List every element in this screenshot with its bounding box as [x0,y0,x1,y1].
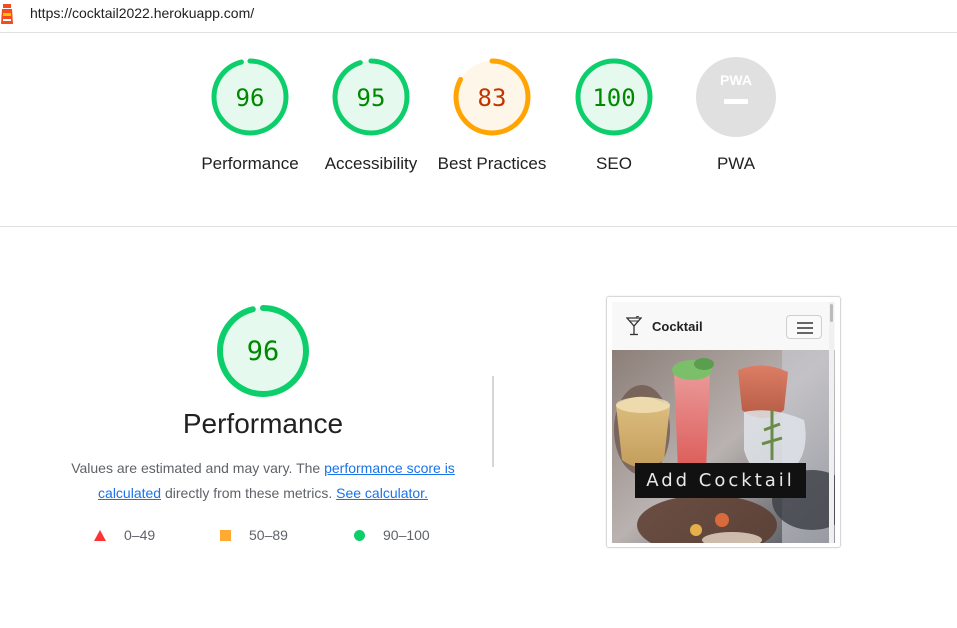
site-navbar: Cocktail [612,302,835,350]
legend-fail: 0–49 [94,527,155,543]
screenshot-scrollbar [829,302,834,543]
legend-range: 0–49 [124,527,156,543]
pass-circle-icon [354,529,365,541]
gauge-pwa[interactable]: PWA PWA [681,57,791,176]
gauge-performance[interactable]: 96 Performance [195,57,305,176]
desc-text: directly from these metrics. [161,485,337,501]
gauge-label: SEO [596,154,632,173]
performance-main-gauge: 96 [217,305,309,397]
gauge-label: Performance [201,154,299,173]
accessibility-gauge-arc: 95 [332,58,410,136]
lighthouse-icon [1,4,13,24]
seo-gauge-arc: 100 [575,58,653,136]
best-practices-gauge-arc: 83 [453,58,531,136]
performance-main-score: 96 [247,336,280,367]
performance-description: Values are estimated and may vary. The p… [40,456,486,506]
section-divider [492,376,494,467]
hero-image: Add Cocktail [612,350,835,543]
screenshot-viewport: Cocktail Add Cocktail [612,302,835,543]
gauge-label: Best Practices [437,154,547,173]
pwa-badge-text: PWA [720,72,752,88]
desc-text: Values are estimated and may vary. The [71,460,325,476]
see-calculator-link[interactable]: See calculator. [336,485,428,501]
final-screenshot[interactable]: Cocktail Add Cocktail [606,296,841,548]
gauge-score: 96 [236,84,265,112]
gauge-score: 83 [478,84,507,112]
gauge-label: Accessibility [324,154,418,173]
gauge-seo[interactable]: 100 SEO [559,57,669,176]
pwa-badge-icon: PWA [696,57,776,137]
gauge-score: 100 [592,84,635,112]
gauge-score: 95 [357,84,386,112]
cocktail-glass-icon [626,316,642,336]
hamburger-menu-icon [786,315,822,339]
legend-average: 50–89 [220,527,288,543]
legend-range: 90–100 [383,527,430,543]
legend-pass: 90–100 [354,527,430,543]
cocktail-photo [612,350,835,543]
average-square-icon [220,529,231,541]
performance-title: Performance [182,408,344,439]
add-cocktail-button: Add Cocktail [635,463,806,498]
report-url[interactable]: https://cocktail2022.herokuapp.com/ [30,5,254,21]
site-brand: Cocktail [652,319,703,334]
report-header: https://cocktail2022.herokuapp.com/ [0,0,957,33]
dash-icon [724,99,748,104]
gauge-best-practices[interactable]: 83 Best Practices [437,57,547,176]
gauge-accessibility[interactable]: 95 Accessibility [316,57,426,176]
performance-gauge-arc: 96 [211,58,289,136]
legend-range: 50–89 [249,527,288,543]
gauge-label: PWA [716,154,756,173]
category-gauges: 96 Performance 95 Accessibility 83 Best … [0,33,957,227]
fail-triangle-icon [94,529,106,541]
